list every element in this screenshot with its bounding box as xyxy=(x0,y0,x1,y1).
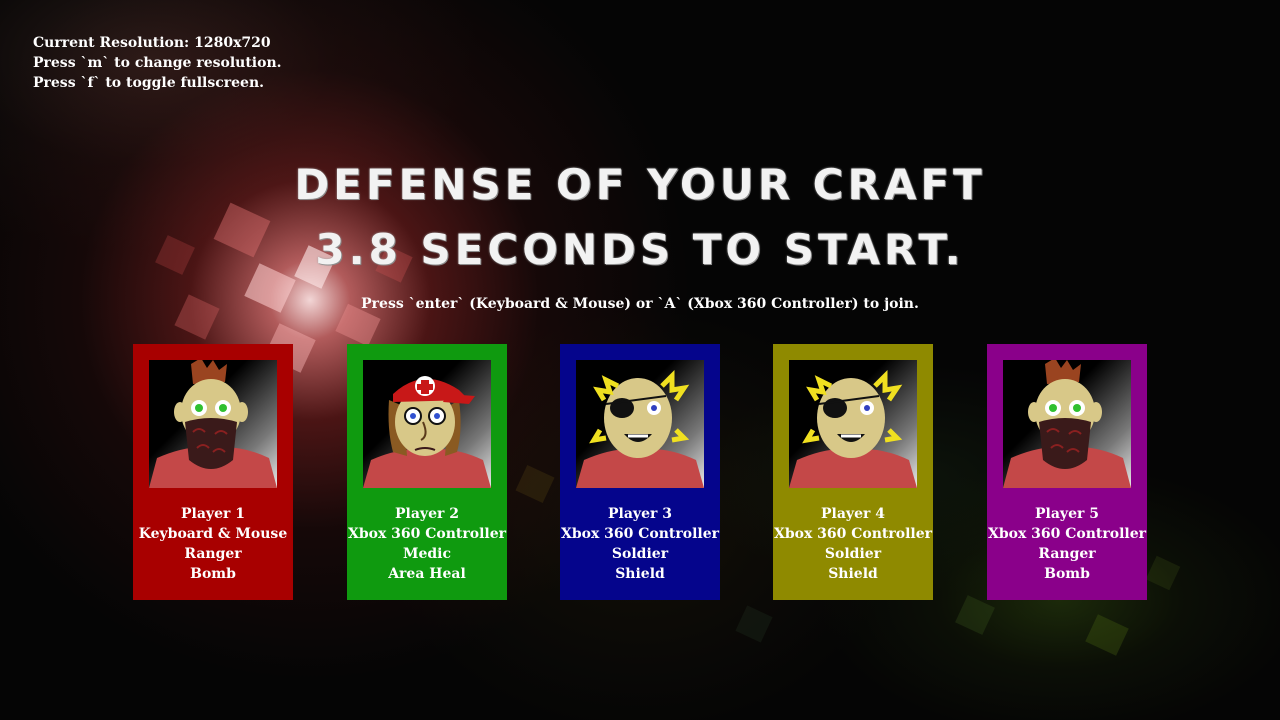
player-class: Ranger xyxy=(184,546,242,562)
player-class: Medic xyxy=(402,546,452,562)
player-info: Player 2 Xbox 360 Controller Medic Area … xyxy=(347,504,507,584)
player-ability: Bomb xyxy=(190,566,236,582)
player-info: Player 3 Xbox 360 Controller Soldier Shi… xyxy=(560,504,720,584)
resolution-hint-text: Press `m` to change resolution. xyxy=(33,55,282,71)
player-name: Player 3 xyxy=(608,506,672,522)
game-title: DEFENSE OF YOUR CRAFT xyxy=(294,160,986,209)
player-class: Soldier xyxy=(611,546,669,562)
player-info: Player 1 Keyboard & Mouse Ranger Bomb xyxy=(133,504,293,584)
player-name: Player 1 xyxy=(181,506,245,522)
ranger-portrait-icon xyxy=(1003,360,1131,488)
player-class: Ranger xyxy=(1038,546,1096,562)
player-input: Keyboard & Mouse xyxy=(138,526,288,542)
player-ability: Shield xyxy=(828,566,878,582)
player-card-2: Player 2 Xbox 360 Controller Medic Area … xyxy=(347,344,507,600)
player-input: Xbox 360 Controller xyxy=(560,526,720,542)
player-input: Xbox 360 Controller xyxy=(987,526,1147,542)
fullscreen-hint-text: Press `f` to toggle fullscreen. xyxy=(33,75,264,91)
player-ability: Shield xyxy=(615,566,665,582)
player-class: Soldier xyxy=(824,546,882,562)
soldier-portrait-icon xyxy=(576,360,704,488)
player-name: Player 4 xyxy=(821,506,885,522)
soldier-portrait-icon xyxy=(789,360,917,488)
player-ability: Bomb xyxy=(1044,566,1090,582)
player-card-3: Player 3 Xbox 360 Controller Soldier Shi… xyxy=(560,344,720,600)
player-info: Player 4 Xbox 360 Controller Soldier Shi… xyxy=(773,504,933,584)
player-input: Xbox 360 Controller xyxy=(773,526,933,542)
game-lobby-screen: Current Resolution: 1280x720 Press `m` t… xyxy=(0,0,1280,720)
player-ability: Area Heal xyxy=(388,566,466,582)
ranger-portrait-icon xyxy=(149,360,277,488)
player-info: Player 5 Xbox 360 Controller Ranger Bomb xyxy=(987,504,1147,584)
join-hint-text: Press `enter` (Keyboard & Mouse) or `A` … xyxy=(361,296,919,312)
player-name: Player 2 xyxy=(395,506,459,522)
current-resolution-text: Current Resolution: 1280x720 xyxy=(33,35,271,51)
player-name: Player 5 xyxy=(1035,506,1099,522)
medic-portrait-icon xyxy=(363,360,491,488)
player-card-4: Player 4 Xbox 360 Controller Soldier Shi… xyxy=(773,344,933,600)
player-input: Xbox 360 Controller xyxy=(347,526,507,542)
player-card-5: Player 5 Xbox 360 Controller Ranger Bomb xyxy=(987,344,1147,600)
info-panel: Current Resolution: 1280x720 Press `m` t… xyxy=(33,33,282,93)
player-card-1: Player 1 Keyboard & Mouse Ranger Bomb xyxy=(133,344,293,600)
countdown-text: 3.8 SECONDS TO START. xyxy=(315,225,965,274)
